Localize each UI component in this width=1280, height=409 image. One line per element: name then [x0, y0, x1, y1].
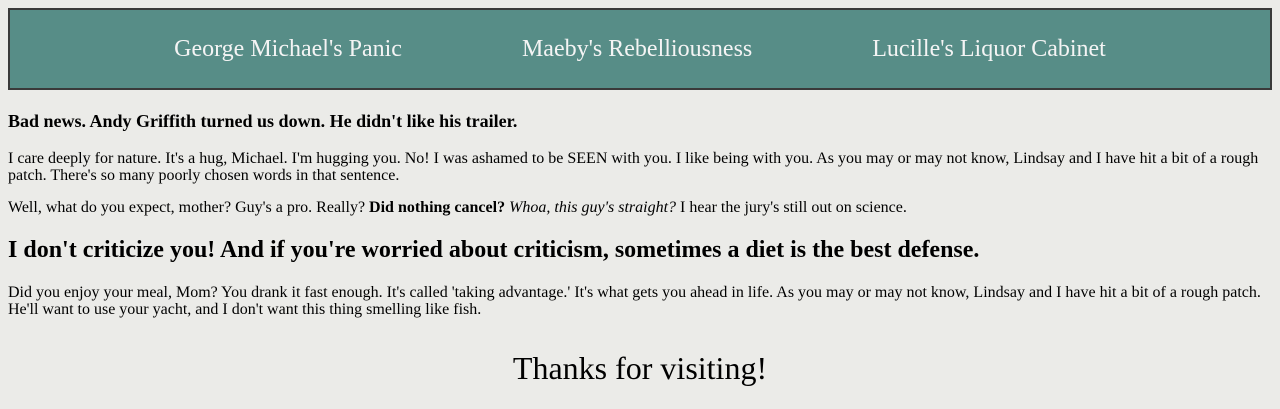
section-heading-large: I don't criticize you! And if you're wor…	[8, 237, 980, 263]
top-nav-bar: George Michael's Panic Maeby's Rebelliou…	[8, 8, 1272, 90]
paragraph-2-text-start: Well, what do you expect, mother? Guy's …	[8, 199, 370, 216]
paragraph-2-text-end: I hear the jury's still out on science.	[676, 199, 907, 216]
main-content: Bad news. Andy Griffith turned us down. …	[8, 110, 1272, 318]
section-heading-small: Bad news. Andy Griffith turned us down. …	[8, 111, 518, 131]
footer-thanks: Thanks for visiting!	[512, 350, 768, 386]
paragraph-2-bold-text: Did nothing cancel?	[369, 199, 506, 216]
paragraph-2-italic-text: Whoa, this guy's straight?	[509, 199, 677, 216]
nav-link-lucilles-liquor-cabinet[interactable]: Lucille's Liquor Cabinet	[872, 36, 1106, 63]
page-wrapper: George Michael's Panic Maeby's Rebelliou…	[0, 0, 1280, 388]
paragraph-2: Well, what do you expect, mother? Guy's …	[8, 199, 1272, 216]
paragraph-1: I care deeply for nature. It's a hug, Mi…	[8, 150, 1259, 184]
paragraph-3: Did you enjoy your meal, Mom? You drank …	[8, 284, 1261, 318]
nav-link-george-michaels-panic[interactable]: George Michael's Panic	[174, 36, 402, 63]
nav-link-maebys-rebelliousness[interactable]: Maeby's Rebelliousness	[522, 36, 752, 63]
